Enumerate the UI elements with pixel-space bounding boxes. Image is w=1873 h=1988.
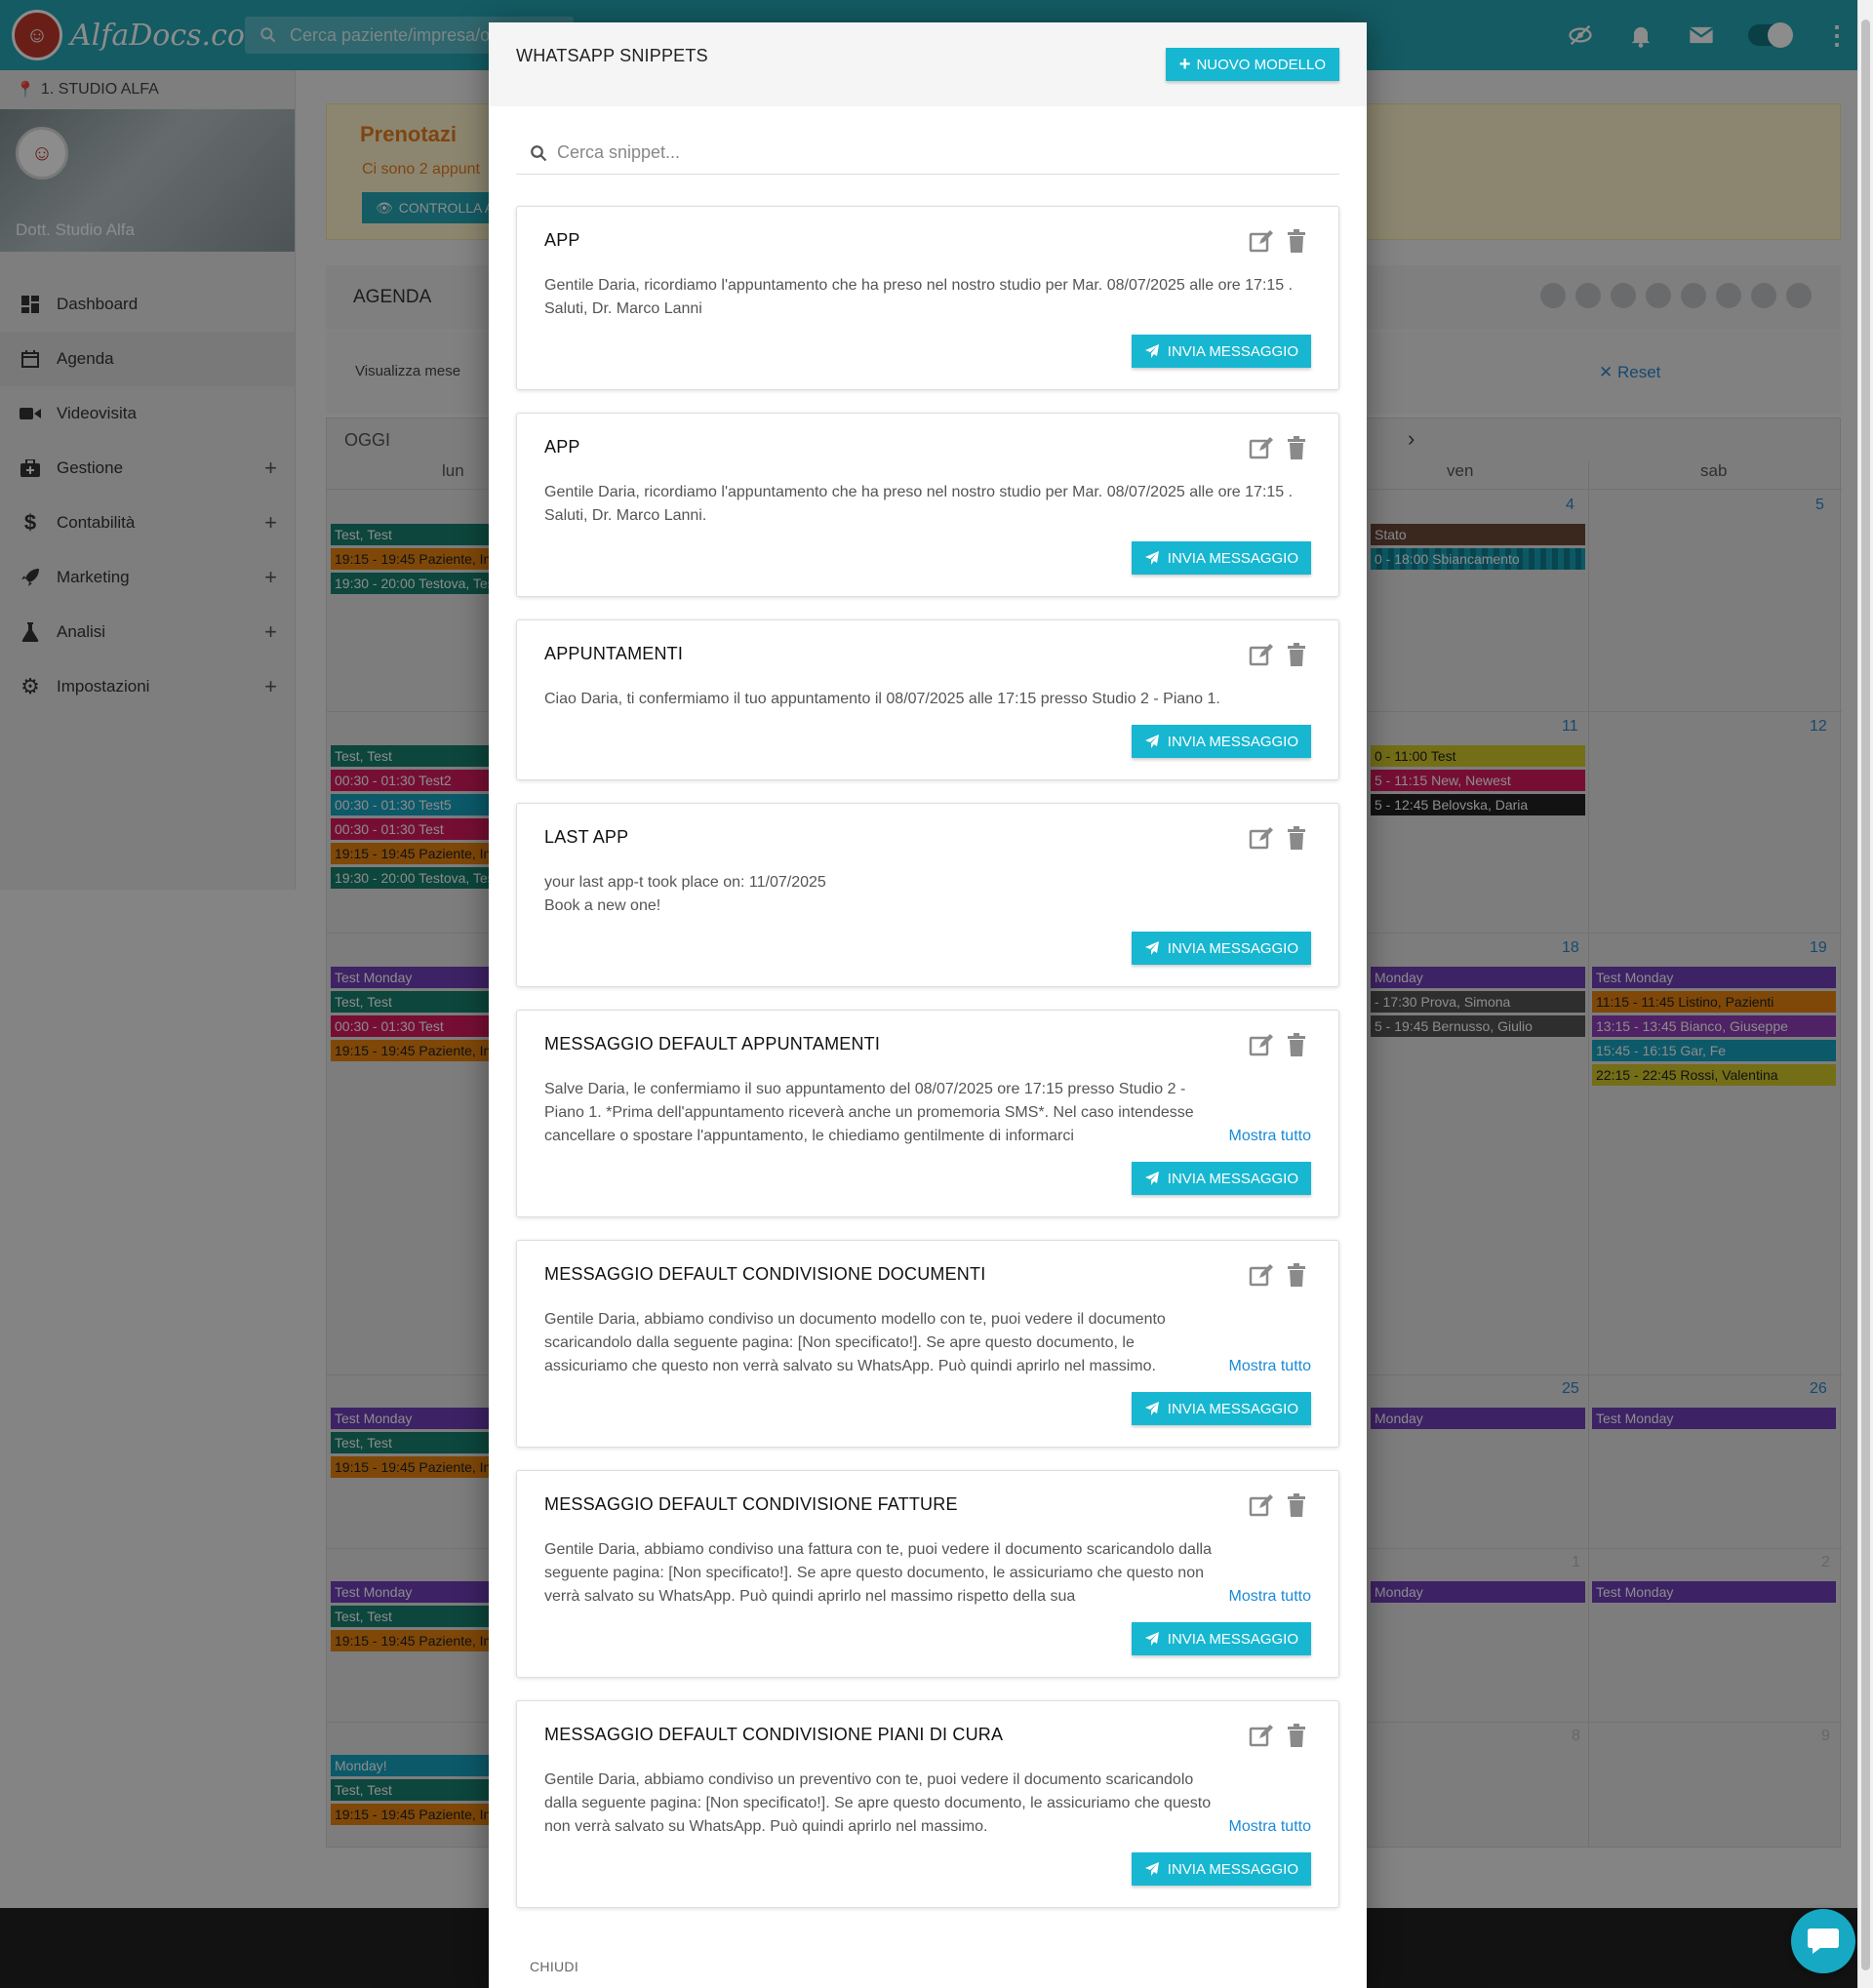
close-button[interactable]: CHIUDI <box>530 1959 578 1974</box>
paper-plane-icon <box>1144 940 1160 956</box>
whatsapp-snippets-modal: WHATSAPP SNIPPETS + NUOVO MODELLO APP Gen… <box>489 22 1367 1988</box>
trash-icon[interactable] <box>1284 825 1309 855</box>
send-message-label: INVIA MESSAGGIO <box>1167 549 1298 567</box>
paper-plane-icon <box>1144 1171 1160 1186</box>
trash-icon[interactable] <box>1284 1032 1309 1062</box>
trash-icon[interactable] <box>1284 642 1309 672</box>
send-message-label: INVIA MESSAGGIO <box>1167 1400 1298 1417</box>
send-message-button[interactable]: INVIA MESSAGGIO <box>1131 1852 1311 1886</box>
send-message-label: INVIA MESSAGGIO <box>1167 733 1298 750</box>
trash-icon[interactable] <box>1284 435 1309 465</box>
snippet-title: MESSAGGIO DEFAULT CONDIVISIONE FATTURE <box>544 1494 958 1514</box>
chat-icon <box>1808 1928 1839 1954</box>
plus-icon: + <box>1178 54 1191 75</box>
chat-support-button[interactable] <box>1791 1909 1855 1973</box>
show-more-link[interactable]: Mostra tutto <box>1229 1355 1311 1378</box>
snippet-body: Gentile Daria, abbiamo condiviso un prev… <box>544 1771 1212 1835</box>
snippet-card: LAST APP your last app-t took place on: 1… <box>516 803 1339 987</box>
paper-plane-icon <box>1144 734 1160 749</box>
send-message-button[interactable]: INVIA MESSAGGIO <box>1131 335 1311 368</box>
snippet-card: APP Gentile Daria, ricordiamo l'appuntame… <box>516 206 1339 390</box>
paper-plane-icon <box>1144 343 1160 359</box>
snippet-card: APP Gentile Daria, ricordiamo l'appuntame… <box>516 413 1339 597</box>
edit-icon[interactable] <box>1249 1723 1274 1753</box>
snippet-card: MESSAGGIO DEFAULT APPUNTAMENTI Salve Dari… <box>516 1010 1339 1217</box>
edit-icon[interactable] <box>1249 435 1274 465</box>
send-message-label: INVIA MESSAGGIO <box>1167 1630 1298 1648</box>
send-message-label: INVIA MESSAGGIO <box>1167 939 1298 957</box>
edit-icon[interactable] <box>1249 1262 1274 1292</box>
send-message-button[interactable]: INVIA MESSAGGIO <box>1131 541 1311 575</box>
new-template-button[interactable]: + NUOVO MODELLO <box>1165 48 1339 81</box>
send-message-button[interactable]: INVIA MESSAGGIO <box>1131 1162 1311 1195</box>
snippet-body: Gentile Daria, abbiamo condiviso una fat… <box>544 1541 1212 1605</box>
snippet-title: LAST APP <box>544 827 629 847</box>
trash-icon[interactable] <box>1284 1723 1309 1753</box>
paper-plane-icon <box>1144 550 1160 566</box>
show-more-link[interactable]: Mostra tutto <box>1229 1815 1311 1839</box>
snippet-title: MESSAGGIO DEFAULT CONDIVISIONE DOCUMENTI <box>544 1264 986 1284</box>
paper-plane-icon <box>1144 1861 1160 1877</box>
trash-icon[interactable] <box>1284 1262 1309 1292</box>
snippet-body: Salve Daria, le confermiamo il suo appun… <box>544 1081 1194 1144</box>
snippet-title: APP <box>544 230 580 250</box>
snippet-body: Ciao Daria, ti confermiamo il tuo appunt… <box>544 691 1220 707</box>
send-message-label: INVIA MESSAGGIO <box>1167 1170 1298 1187</box>
edit-icon[interactable] <box>1249 825 1274 855</box>
snippet-body: Gentile Daria, ricordiamo l'appuntamento… <box>544 277 1294 317</box>
snippet-body: Gentile Daria, ricordiamo l'appuntamento… <box>544 484 1294 524</box>
snippet-title: MESSAGGIO DEFAULT CONDIVISIONE PIANI DI … <box>544 1725 1004 1744</box>
new-template-label: NUOVO MODELLO <box>1196 56 1326 73</box>
show-more-link[interactable]: Mostra tutto <box>1229 1125 1311 1148</box>
send-message-button[interactable]: INVIA MESSAGGIO <box>1131 1622 1311 1655</box>
snippet-card: MESSAGGIO DEFAULT CONDIVISIONE FATTURE Ge… <box>516 1470 1339 1678</box>
trash-icon[interactable] <box>1284 228 1309 258</box>
trash-icon[interactable] <box>1284 1492 1309 1523</box>
send-message-button[interactable]: INVIA MESSAGGIO <box>1131 932 1311 965</box>
show-more-link[interactable]: Mostra tutto <box>1229 1585 1311 1609</box>
edit-icon[interactable] <box>1249 228 1274 258</box>
snippet-search <box>516 132 1339 175</box>
paper-plane-icon <box>1144 1631 1160 1647</box>
send-message-label: INVIA MESSAGGIO <box>1167 342 1298 360</box>
snippet-list: APP Gentile Daria, ricordiamo l'appuntame… <box>516 206 1339 1930</box>
snippet-body: Gentile Daria, abbiamo condiviso un docu… <box>544 1311 1166 1374</box>
edit-icon[interactable] <box>1249 1492 1274 1523</box>
scrollbar-thumb[interactable] <box>1861 20 1870 1970</box>
paper-plane-icon <box>1144 1401 1160 1416</box>
snippet-search-input[interactable] <box>557 142 1318 163</box>
page-scrollbar[interactable] <box>1857 0 1873 1988</box>
edit-icon[interactable] <box>1249 642 1274 672</box>
snippet-card: MESSAGGIO DEFAULT CONDIVISIONE DOCUMENTI… <box>516 1240 1339 1448</box>
snippet-body: your last app-t took place on: 11/07/202… <box>544 874 826 914</box>
snippet-title: APP <box>544 437 580 457</box>
search-icon <box>531 144 547 161</box>
send-message-button[interactable]: INVIA MESSAGGIO <box>1131 725 1311 758</box>
modal-header: WHATSAPP SNIPPETS + NUOVO MODELLO <box>489 22 1367 106</box>
modal-title: WHATSAPP SNIPPETS <box>516 46 708 65</box>
edit-icon[interactable] <box>1249 1032 1274 1062</box>
snippet-card: MESSAGGIO DEFAULT CONDIVISIONE PIANI DI … <box>516 1700 1339 1908</box>
snippet-title: APPUNTAMENTI <box>544 644 684 663</box>
snippet-title: MESSAGGIO DEFAULT APPUNTAMENTI <box>544 1034 881 1054</box>
send-message-label: INVIA MESSAGGIO <box>1167 1860 1298 1878</box>
send-message-button[interactable]: INVIA MESSAGGIO <box>1131 1392 1311 1425</box>
snippet-card: APPUNTAMENTI Ciao Daria, ti confermiamo i… <box>516 619 1339 780</box>
